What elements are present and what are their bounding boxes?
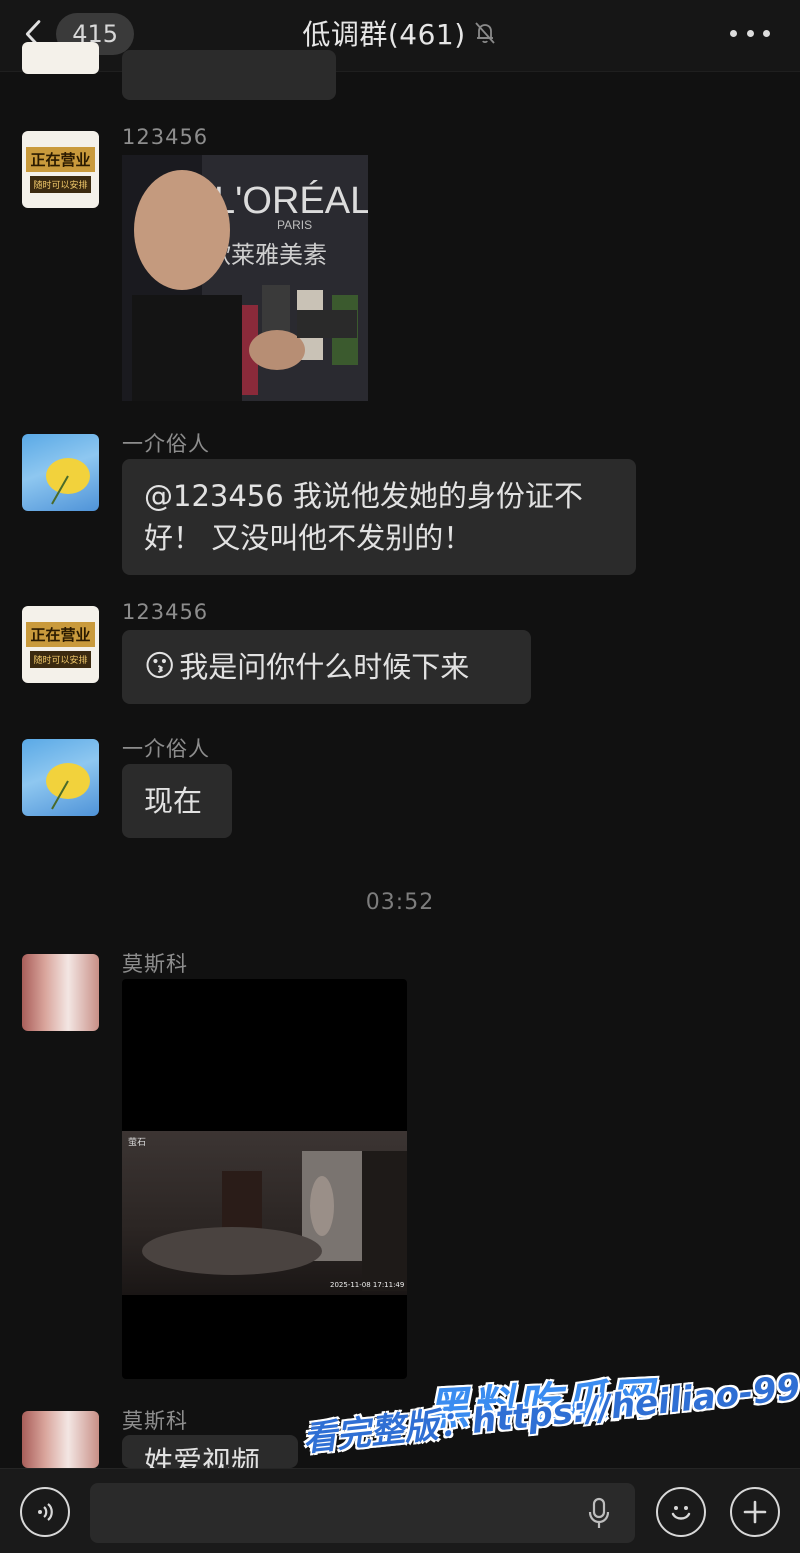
avatar-yijie-suren[interactable] (22, 434, 99, 511)
avatar-mosike[interactable] (22, 1411, 99, 1468)
image-message[interactable]: L'ORÉAL PARIS 欧莱雅美素 (122, 155, 368, 401)
avatar-123456[interactable]: 正在营业 随时可以安排 (22, 131, 99, 208)
message-bubble[interactable]: @123456 我说他发她的身份证不 好！ 又没叫他不发别的！ (122, 459, 636, 575)
avatar-text-line1: 正在营业 (26, 146, 95, 172)
leaf-image (46, 763, 90, 810)
input-bar (0, 1468, 800, 1553)
message-bubble[interactable]: 现在 (122, 764, 232, 838)
leaf-image (46, 458, 90, 505)
chat-title: 低调群(461) (302, 18, 466, 51)
ellipsis-dot (746, 29, 754, 37)
emoji-button[interactable] (656, 1487, 706, 1537)
message-text: 我是问你什么时候下来 (179, 650, 470, 684)
avatar-text-line1: 正在营业 (26, 621, 95, 647)
ad-brand-text: L'ORÉAL (214, 179, 368, 222)
sender-name: 莫斯科 (122, 1409, 188, 1433)
sender-name: 123456 (122, 600, 209, 624)
kiss-emoji-icon: 😗 (144, 649, 176, 684)
plus-icon (743, 1500, 767, 1524)
video-scene (142, 1151, 407, 1291)
voice-icon (38, 1503, 53, 1521)
video-message[interactable]: 萤石 2025-11-08 17:11:49 (122, 979, 407, 1379)
chat-header: 415 低调群(461) (0, 0, 800, 72)
add-button[interactable] (730, 1487, 780, 1537)
message-text: 现在 (144, 784, 203, 818)
ad-sub-text: PARIS (277, 218, 312, 232)
message-line: @123456 我说他发她的身份证不 (144, 479, 583, 513)
previous-message-bubble[interactable] (122, 50, 336, 100)
message-line: 好！ 又没叫他不发别的！ (144, 521, 473, 555)
message-bubble[interactable]: 姓爱视频 (122, 1435, 298, 1468)
video-timestamp: 2025-11-08 17:11:49 (330, 1281, 405, 1289)
avatar-text-line2: 随时可以安排 (30, 650, 91, 668)
smiley-icon (671, 1506, 691, 1520)
message-text: 姓爱视频 (144, 1445, 261, 1468)
sender-name: 一介俗人 (122, 432, 210, 456)
ellipsis-dot (763, 29, 770, 37)
watermark-prefix: 看完整版： (300, 1402, 475, 1460)
sender-name: 莫斯科 (122, 952, 188, 976)
message-bubble[interactable]: 😗 我是问你什么时候下来 (122, 630, 531, 704)
microphone-icon[interactable] (585, 1497, 613, 1531)
bell-off-icon (474, 22, 495, 44)
avatar-text-line2: 随时可以安排 (30, 175, 91, 193)
timestamp-divider: 03:52 (365, 890, 435, 915)
avatar-mosike[interactable] (22, 954, 99, 1031)
avatar-123456[interactable]: 正在营业 随时可以安排 (22, 606, 99, 683)
more-options-button[interactable] (730, 16, 770, 50)
camera-logo: 萤石 (128, 1138, 147, 1148)
photo-content: L'ORÉAL PARIS 欧莱雅美素 (122, 155, 368, 401)
avatar[interactable] (22, 42, 99, 74)
voice-toggle-button[interactable] (20, 1487, 70, 1537)
ellipsis-icon (730, 29, 737, 37)
sender-name: 123456 (122, 125, 209, 149)
video-frame: 萤石 2025-11-08 17:11:49 (122, 1131, 407, 1295)
avatar-yijie-suren[interactable] (22, 739, 99, 816)
sender-name: 一介俗人 (122, 737, 210, 761)
message-input[interactable] (90, 1483, 635, 1543)
